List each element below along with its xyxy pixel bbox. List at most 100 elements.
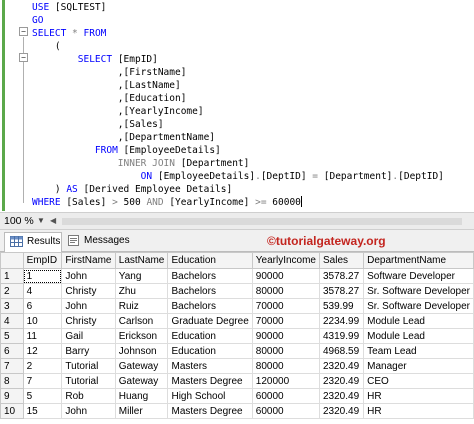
table-cell[interactable]: Bachelors: [167, 268, 253, 284]
table-row[interactable]: 5 11 Gail Erickson Education 90000 4319.99 Modu…: [0, 328, 474, 344]
table-cell[interactable]: 2320.49: [318, 373, 365, 389]
table-cell[interactable]: 15: [22, 403, 63, 419]
table-cell[interactable]: John: [61, 403, 116, 419]
table-cell[interactable]: 2320.49: [318, 403, 365, 419]
table-cell[interactable]: HR: [363, 388, 474, 404]
table-cell[interactable]: 11: [22, 328, 63, 344]
table-cell[interactable]: John: [61, 268, 116, 284]
table-cell[interactable]: Bachelors: [167, 298, 253, 314]
table-cell[interactable]: 60000: [251, 388, 321, 404]
table-cell[interactable]: Education: [167, 328, 253, 344]
table-cell[interactable]: 7: [22, 373, 63, 389]
table-cell[interactable]: 3578.27: [318, 283, 365, 299]
row-number[interactable]: 8: [0, 373, 24, 389]
code-line[interactable]: ) AS [Derived Employee Details]: [32, 183, 232, 196]
table-cell[interactable]: 4: [22, 283, 63, 299]
row-number[interactable]: 2: [0, 283, 24, 299]
scroll-left-icon[interactable]: ◀: [50, 216, 58, 226]
tab-results[interactable]: Results: [4, 232, 62, 252]
code-line[interactable]: SELECT * FROM: [32, 27, 106, 40]
column-header[interactable]: LastName: [114, 252, 169, 269]
table-cell[interactable]: 80000: [251, 358, 321, 374]
zoom-level[interactable]: 100 %: [4, 215, 34, 227]
code-line[interactable]: INNER JOIN [Department]: [32, 157, 250, 170]
row-number[interactable]: 5: [0, 328, 24, 344]
code-line[interactable]: FROM [EmployeeDetails]: [32, 144, 221, 157]
row-number[interactable]: 3: [0, 298, 24, 314]
code-line[interactable]: USE [SQLTEST]: [32, 1, 106, 14]
column-header[interactable]: YearlyIncome: [251, 252, 321, 269]
table-cell[interactable]: 80000: [251, 283, 321, 299]
table-cell[interactable]: High School: [167, 388, 253, 404]
table-cell[interactable]: Erickson: [114, 328, 169, 344]
table-cell[interactable]: 1: [22, 268, 63, 284]
table-cell[interactable]: 70000: [251, 298, 321, 314]
column-header[interactable]: DepartmentName: [363, 252, 474, 269]
sql-editor[interactable]: − − USE [SQLTEST] GO SELECT * FROM ( SELEC…: [0, 0, 474, 212]
column-header[interactable]: Sales: [318, 252, 365, 269]
code-line[interactable]: (: [32, 40, 61, 53]
table-cell[interactable]: Johnson: [114, 343, 169, 359]
table-cell[interactable]: 2320.49: [318, 358, 365, 374]
code-line[interactable]: ,[Sales]: [32, 118, 164, 131]
table-cell[interactable]: 4968.59: [318, 343, 365, 359]
table-row[interactable]: 9 5 Rob Huang High School 60000 2320.49 HR: [0, 388, 474, 404]
table-cell[interactable]: 2234.99: [318, 313, 365, 329]
code-line[interactable]: ON [EmployeeDetails].[DeptID] = [Departm…: [32, 170, 444, 183]
table-cell[interactable]: 60000: [251, 403, 321, 419]
table-cell[interactable]: Manager: [363, 358, 474, 374]
table-cell[interactable]: Sr. Software Developer: [363, 283, 474, 299]
code-line[interactable]: WHERE [Sales] > 500 AND [YearlyIncome] >…: [32, 196, 302, 209]
table-cell[interactable]: Sr. Software Developer: [363, 298, 474, 314]
table-cell[interactable]: Ruiz: [114, 298, 169, 314]
column-header[interactable]: Education: [167, 252, 253, 269]
table-cell[interactable]: Tutorial: [61, 358, 116, 374]
column-header[interactable]: FirstName: [61, 252, 116, 269]
table-cell[interactable]: 90000: [251, 328, 321, 344]
table-cell[interactable]: 6: [22, 298, 63, 314]
code-line[interactable]: ,[FirstName]: [32, 66, 187, 79]
table-cell[interactable]: Tutorial: [61, 373, 116, 389]
chevron-down-icon[interactable]: ▼: [37, 216, 45, 225]
table-cell[interactable]: 12: [22, 343, 63, 359]
table-cell[interactable]: Carlson: [114, 313, 169, 329]
table-row[interactable]: 3 6 John Ruiz Bachelors 70000 539.99 Sr. Softwa…: [0, 298, 474, 314]
table-cell[interactable]: Module Lead: [363, 313, 474, 329]
code-line[interactable]: ,[Education]: [32, 92, 187, 105]
table-cell[interactable]: Miller: [114, 403, 169, 419]
table-cell[interactable]: 70000: [251, 313, 321, 329]
table-cell[interactable]: Christy: [61, 283, 116, 299]
table-cell[interactable]: 539.99: [318, 298, 365, 314]
table-cell[interactable]: 5: [22, 388, 63, 404]
table-cell[interactable]: Software Developer: [363, 268, 474, 284]
grid-corner[interactable]: [0, 252, 24, 269]
table-cell[interactable]: 2320.49: [318, 388, 365, 404]
table-cell[interactable]: Team Lead: [363, 343, 474, 359]
table-row[interactable]: 10 15 John Miller Masters Degree 60000 2320.49…: [0, 403, 474, 419]
table-cell[interactable]: Education: [167, 343, 253, 359]
code-line[interactable]: GO: [32, 14, 43, 27]
table-cell[interactable]: Yang: [114, 268, 169, 284]
row-number[interactable]: 10: [0, 403, 24, 419]
horizontal-scrollbar[interactable]: [62, 218, 462, 225]
table-row[interactable]: 4 10 Christy Carlson Graduate Degree 70000 223…: [0, 313, 474, 329]
table-cell[interactable]: Masters: [167, 358, 253, 374]
table-row[interactable]: 7 2 Tutorial Gateway Masters 80000 2320.49 Mana…: [0, 358, 474, 374]
table-cell[interactable]: Zhu: [114, 283, 169, 299]
table-cell[interactable]: 2: [22, 358, 63, 374]
collapse-icon[interactable]: −: [19, 53, 28, 62]
row-number[interactable]: 9: [0, 388, 24, 404]
tab-messages[interactable]: Messages: [62, 232, 130, 252]
table-cell[interactable]: Masters Degree: [167, 373, 253, 389]
code-line[interactable]: SELECT [EmpID]: [32, 53, 158, 66]
table-row[interactable]: 6 12 Barry Johnson Education 80000 4968.59 Team…: [0, 343, 474, 359]
row-number[interactable]: 4: [0, 313, 24, 329]
table-cell[interactable]: Gateway: [114, 358, 169, 374]
table-cell[interactable]: 90000: [251, 268, 321, 284]
code-line[interactable]: ,[LastName]: [32, 79, 181, 92]
table-cell[interactable]: 80000: [251, 343, 321, 359]
table-cell[interactable]: CEO: [363, 373, 474, 389]
code-line[interactable]: ,[DepartmentName]: [32, 131, 215, 144]
table-cell[interactable]: HR: [363, 403, 474, 419]
table-row[interactable]: 2 4 Christy Zhu Bachelors 80000 3578.27 Sr. Sof…: [0, 283, 474, 299]
